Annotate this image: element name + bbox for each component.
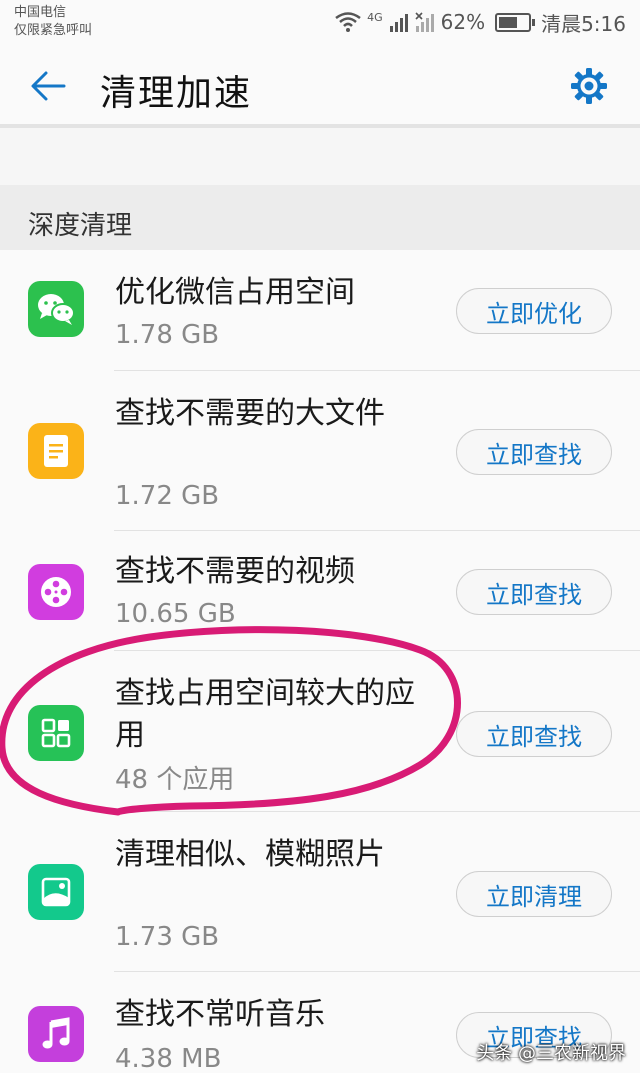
- carrier-name: 中国电信: [14, 5, 67, 20]
- clock: 清晨5:16: [541, 11, 626, 36]
- item-title: 查找占用空间较大的应用: [115, 676, 415, 753]
- wechat-icon: [28, 281, 84, 337]
- watermark: 头条 @三农新视界: [476, 1043, 626, 1064]
- list-item-large-apps: 查找占用空间较大的应用 48 个应用 立即查找: [0, 651, 640, 812]
- network-type: 4G: [367, 10, 383, 24]
- page-title: 清理加速: [100, 73, 253, 114]
- carrier-status: 仅限紧急呼叫: [14, 23, 93, 38]
- item-size: 1.78 GB: [115, 320, 220, 350]
- cleanup-list: 优化微信占用空间 1.78 GB 立即优化 查找不需要的大文件 1.72 GB …: [0, 250, 640, 1073]
- no-signal-icon: [415, 12, 434, 32]
- carrier-info: 中国电信 仅限紧急呼叫: [14, 4, 92, 40]
- list-item-wechat: 优化微信占用空间 1.78 GB 立即优化: [0, 250, 640, 371]
- item-title: 查找不需要的大文件: [115, 396, 385, 431]
- item-title: 查找不常听音乐: [115, 997, 325, 1032]
- film-reel-icon: [28, 564, 84, 620]
- item-title: 查找不需要的视频: [115, 554, 355, 589]
- find-large-files-button[interactable]: 立即查找: [456, 429, 612, 475]
- item-size: 1.72 GB: [115, 481, 220, 511]
- section-title: 深度清理: [28, 211, 133, 241]
- find-large-apps-button[interactable]: 立即查找: [456, 711, 612, 757]
- status-indicators: 4G 62% 清晨5:16: [335, 8, 626, 36]
- find-videos-button[interactable]: 立即查找: [456, 569, 612, 615]
- music-note-icon: [28, 1006, 84, 1062]
- section-header: 深度清理: [0, 185, 640, 250]
- optimize-wechat-button[interactable]: 立即优化: [456, 288, 612, 334]
- list-item-videos: 查找不需要的视频 10.65 GB 立即查找: [0, 531, 640, 651]
- spacer: [0, 128, 640, 185]
- item-size: 1.73 GB: [115, 922, 220, 952]
- title-bar: 清理加速: [0, 46, 640, 124]
- item-count: 48 个应用: [115, 765, 235, 795]
- signal-icon: [389, 14, 408, 32]
- wifi-icon: [335, 12, 361, 32]
- item-size: 10.65 GB: [115, 599, 236, 629]
- list-item-photos: 清理相似、模糊照片 1.73 GB 立即清理: [0, 812, 640, 972]
- status-bar: 中国电信 仅限紧急呼叫 4G 62% 清晨5:16: [0, 0, 640, 46]
- item-size: 4.38 MB: [115, 1044, 222, 1073]
- gear-icon[interactable]: [569, 66, 609, 106]
- item-title: 优化微信占用空间: [115, 275, 355, 310]
- list-item-large-files: 查找不需要的大文件 1.72 GB 立即查找: [0, 371, 640, 531]
- battery-percent: 62%: [440, 10, 486, 34]
- photo-icon: [28, 864, 84, 920]
- item-title: 清理相似、模糊照片: [115, 837, 385, 872]
- back-arrow-icon[interactable]: [28, 66, 68, 106]
- battery-icon: [495, 12, 536, 32]
- document-icon: [28, 423, 84, 479]
- app-grid-icon: [28, 705, 84, 761]
- clean-photos-button[interactable]: 立即清理: [456, 871, 612, 917]
